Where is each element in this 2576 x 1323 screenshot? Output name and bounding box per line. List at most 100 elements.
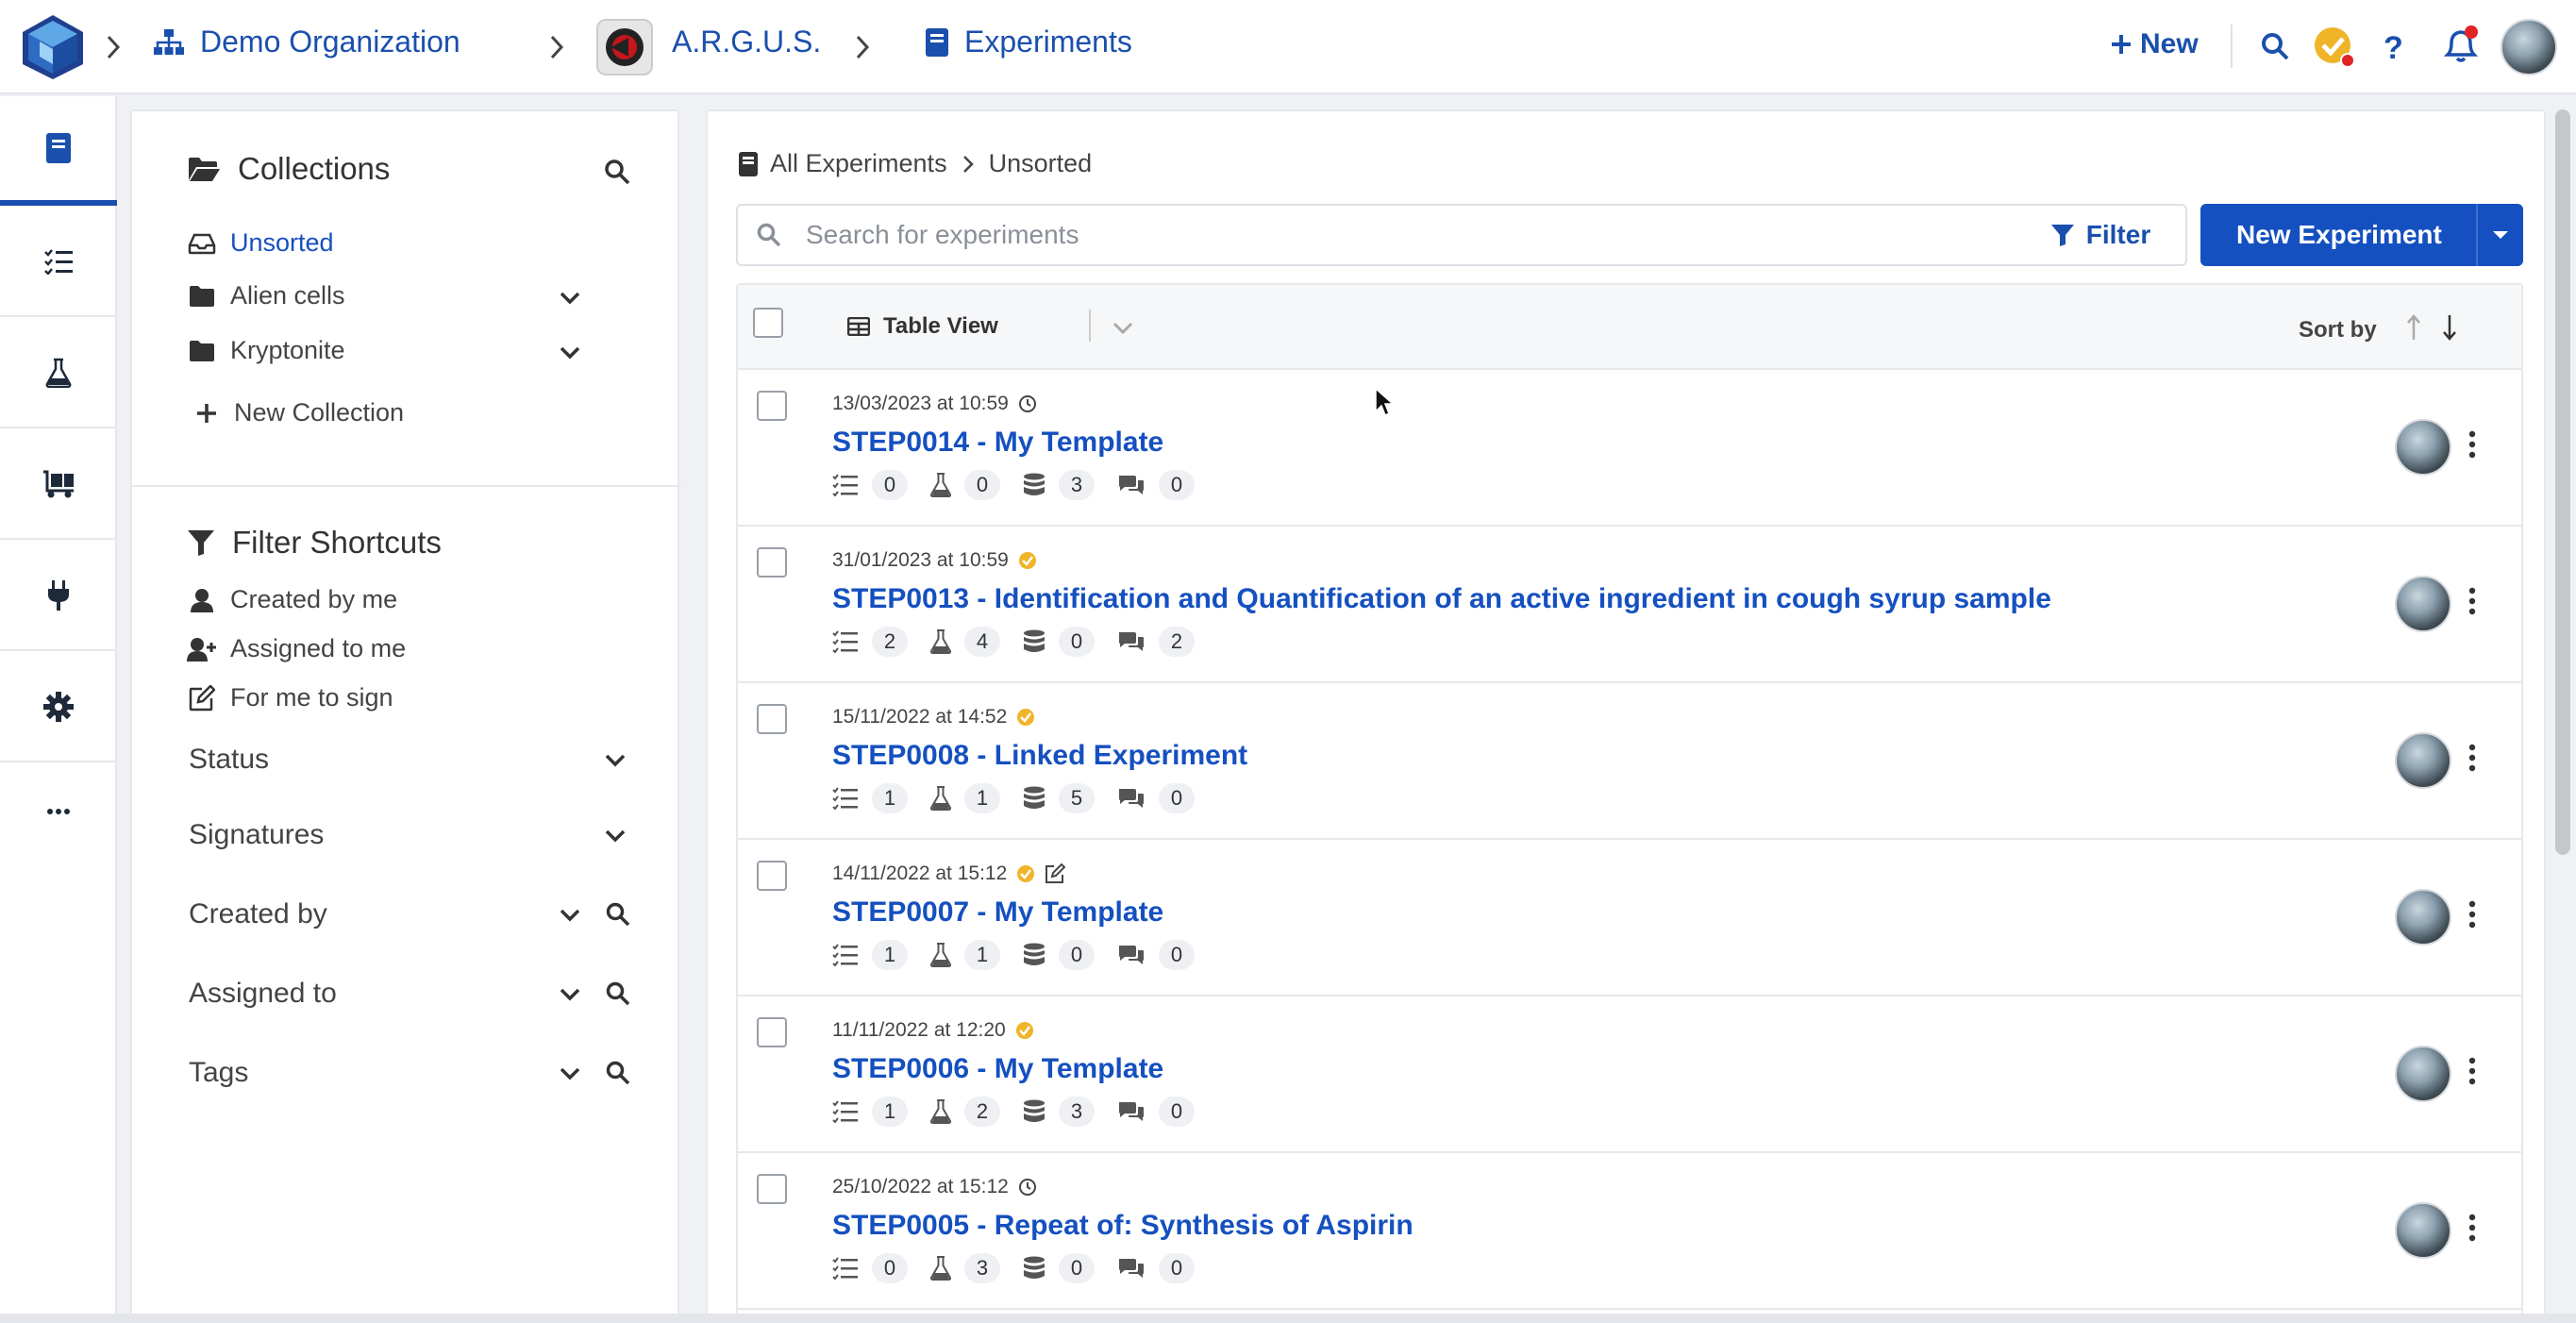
- shortcut-assigned-to-me[interactable]: Assigned to me: [187, 634, 406, 663]
- row-checkbox[interactable]: [757, 1017, 787, 1047]
- new-experiment-button[interactable]: New Experiment: [2200, 204, 2523, 266]
- table-view-toggle[interactable]: Table View: [847, 313, 998, 340]
- filter-button[interactable]: Filter: [2016, 204, 2187, 266]
- row-menu-kebab-icon[interactable]: [2468, 900, 2476, 929]
- owner-avatar[interactable]: [2395, 576, 2451, 632]
- stat-samples: 0: [1023, 1253, 1095, 1283]
- assigned-to-search-icon[interactable]: [606, 981, 630, 1006]
- folder-icon: [187, 340, 217, 362]
- filter-section-status[interactable]: Status: [189, 744, 269, 776]
- breadcrumb-organization[interactable]: Demo Organization: [153, 25, 460, 59]
- experiment-title-link[interactable]: STEP0008 - Linked Experiment: [832, 740, 1247, 772]
- plus-icon: [196, 403, 217, 424]
- rail-integrations[interactable]: [0, 542, 117, 651]
- tags-search-icon[interactable]: [606, 1061, 630, 1085]
- chevron-down-icon[interactable]: [604, 753, 627, 768]
- experiment-row[interactable]: 11/11/2022 at 12:20 STEP0006 - My Templat…: [738, 996, 2521, 1153]
- rail-protocols[interactable]: [0, 319, 117, 428]
- notifications-bell-icon[interactable]: [2440, 25, 2482, 66]
- breadcrumb-section[interactable]: Experiments: [925, 25, 1132, 59]
- row-menu-kebab-icon[interactable]: [2468, 744, 2476, 772]
- collection-item-alien-cells[interactable]: Alien cells: [187, 281, 345, 310]
- rail-settings[interactable]: [0, 653, 117, 762]
- experiment-search-input[interactable]: Search for experiments: [736, 204, 2017, 266]
- experiment-row[interactable]: 25/10/2022 at 15:12 STEP0005 - Repeat of:…: [738, 1153, 2521, 1310]
- sort-ascending-icon[interactable]: [2406, 313, 2421, 342]
- breadcrumb-all-experiments[interactable]: All Experiments: [770, 149, 947, 178]
- filter-section-assigned-to[interactable]: Assigned to: [189, 978, 337, 1010]
- row-checkbox[interactable]: [757, 1174, 787, 1204]
- chevron-down-icon[interactable]: [559, 908, 581, 923]
- tasks-icon: [832, 1100, 859, 1123]
- created-by-search-icon[interactable]: [606, 902, 630, 927]
- sort-descending-icon[interactable]: [2442, 313, 2457, 342]
- row-checkbox[interactable]: [757, 391, 787, 421]
- rail-experiments[interactable]: [0, 96, 117, 206]
- experiment-title-link[interactable]: STEP0014 - My Template: [832, 427, 1163, 459]
- select-all-checkbox[interactable]: [753, 308, 783, 338]
- new-collection-button[interactable]: New Collection: [196, 398, 404, 427]
- row-checkbox[interactable]: [757, 547, 787, 578]
- chevron-down-icon[interactable]: [559, 1066, 581, 1081]
- stat-count: 0: [872, 1253, 908, 1283]
- row-checkbox[interactable]: [757, 704, 787, 734]
- rail-tasks[interactable]: [0, 208, 117, 317]
- experiment-row[interactable]: 31/01/2023 at 10:59 STEP0013 - Identifica…: [738, 527, 2521, 683]
- collection-item-kryptonite[interactable]: Kryptonite: [187, 336, 345, 365]
- experiment-date: 11/11/2022 at 12:20: [832, 1019, 1034, 1042]
- protocols-icon: [930, 1099, 951, 1124]
- row-checkbox[interactable]: [757, 861, 787, 891]
- chevron-down-icon[interactable]: [559, 987, 581, 1002]
- experiment-stats: 2 4 0 2: [832, 627, 1217, 657]
- owner-avatar[interactable]: [2395, 889, 2451, 946]
- chevron-down-icon[interactable]: [604, 829, 627, 844]
- row-menu-kebab-icon[interactable]: [2468, 587, 2476, 615]
- collections-search-icon[interactable]: [604, 159, 630, 185]
- folder-open-icon: [187, 156, 221, 182]
- rail-inventory[interactable]: [0, 430, 117, 540]
- samples-icon: [1023, 1256, 1045, 1281]
- user-avatar[interactable]: [2501, 19, 2557, 75]
- experiment-row[interactable]: 15/11/2022 at 14:52 STEP0008 - Linked Exp…: [738, 683, 2521, 840]
- filter-section-tags[interactable]: Tags: [189, 1057, 248, 1089]
- view-chevron-down-icon[interactable]: [1112, 321, 1134, 336]
- shortcut-for-me-to-sign[interactable]: For me to sign: [187, 683, 393, 712]
- owner-avatar[interactable]: [2395, 732, 2451, 789]
- experiment-title-link[interactable]: STEP0006 - My Template: [832, 1053, 1163, 1085]
- owner-avatar[interactable]: [2395, 1202, 2451, 1259]
- experiment-title-link[interactable]: STEP0005 - Repeat of: Synthesis of Aspir…: [832, 1210, 1413, 1242]
- new-experiment-dropdown-toggle[interactable]: [2476, 204, 2523, 266]
- help-icon[interactable]: ?: [2384, 30, 2403, 67]
- chevron-down-icon[interactable]: [559, 345, 581, 360]
- stat-count: 0: [872, 470, 908, 500]
- chevron-down-icon[interactable]: [559, 291, 581, 306]
- samples-icon: [1023, 629, 1045, 654]
- experiment-row[interactable]: 13/03/2023 at 10:59 STEP0014 - My Templat…: [738, 370, 2521, 527]
- task-list-icon: [43, 248, 74, 275]
- filter-section-created-by[interactable]: Created by: [189, 898, 327, 930]
- owner-avatar[interactable]: [2395, 419, 2451, 476]
- stat-count: 1: [964, 940, 1000, 970]
- owner-avatar[interactable]: [2395, 1046, 2451, 1102]
- breadcrumb-chevron-icon: [856, 35, 870, 59]
- pending-clock-icon: [1018, 394, 1037, 413]
- search-icon[interactable]: [2261, 32, 2289, 60]
- experiment-title-link[interactable]: STEP0007 - My Template: [832, 896, 1163, 929]
- shortcut-created-by-me[interactable]: Created by me: [187, 585, 397, 614]
- tasks-check-icon[interactable]: [2314, 26, 2355, 68]
- experiment-date: 14/11/2022 at 15:12: [832, 862, 1066, 885]
- row-menu-kebab-icon[interactable]: [2468, 430, 2476, 459]
- mouse-cursor-icon: [1374, 387, 1395, 417]
- collection-item-unsorted[interactable]: Unsorted: [187, 228, 334, 258]
- rail-more[interactable]: [0, 764, 117, 859]
- row-menu-kebab-icon[interactable]: [2468, 1057, 2476, 1085]
- app-logo-icon[interactable]: [21, 13, 85, 81]
- experiment-title-link[interactable]: STEP0013 - Identification and Quantifica…: [832, 583, 2051, 615]
- row-menu-kebab-icon[interactable]: [2468, 1214, 2476, 1242]
- filter-section-signatures[interactable]: Signatures: [189, 819, 324, 851]
- breadcrumb-project[interactable]: A.R.G.U.S.: [672, 25, 821, 59]
- tasks-icon: [832, 944, 859, 966]
- experiment-row[interactable]: 14/11/2022 at 15:12 STEP0007 - My Templat…: [738, 840, 2521, 996]
- scrollbar[interactable]: [2555, 109, 2570, 855]
- new-button[interactable]: New: [2110, 28, 2199, 60]
